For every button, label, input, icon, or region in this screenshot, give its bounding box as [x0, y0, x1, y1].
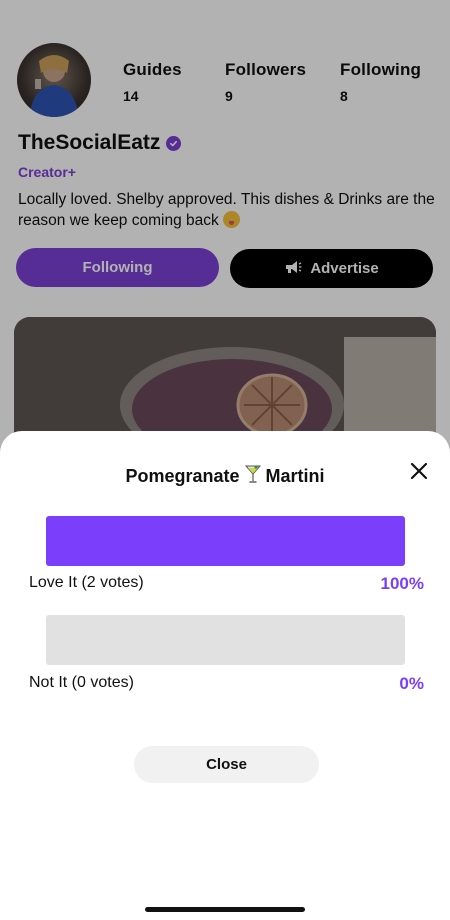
- close-button[interactable]: Close: [134, 746, 319, 783]
- poll-bar-not-it[interactable]: [46, 615, 405, 665]
- martini-glass-icon: [244, 464, 261, 489]
- poll-option-percent: 0%: [399, 674, 424, 693]
- poll-option-label: Love It (2 votes): [29, 574, 144, 591]
- poll-bar-fill: [46, 516, 405, 566]
- poll-bottom-sheet: Pomegranate Martini Love It (2 votes) 10…: [0, 431, 450, 920]
- poll-option-percent: 100%: [380, 574, 424, 593]
- close-x-icon[interactable]: [406, 458, 432, 484]
- home-indicator: [145, 907, 305, 912]
- poll-title: Pomegranate Martini: [0, 464, 450, 489]
- poll-option-label: Not It (0 votes): [29, 674, 134, 691]
- screen: Guides 14 Followers 9 Following 8 TheSoc…: [0, 0, 450, 920]
- poll-title-part2: Martini: [265, 466, 325, 486]
- poll-bar-love-it[interactable]: [46, 516, 405, 566]
- poll-title-part1: Pomegranate: [125, 466, 240, 486]
